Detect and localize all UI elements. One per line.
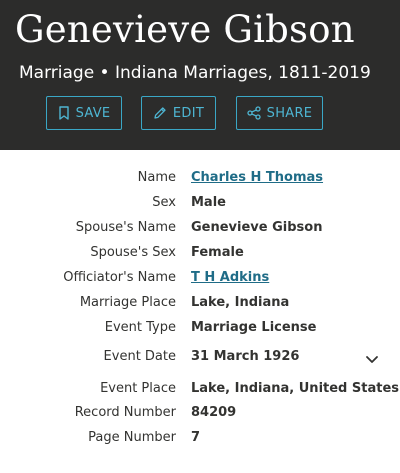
record-row-marriage-place: Marriage Place Lake, Indiana [0, 295, 400, 317]
field-value: 7 [191, 430, 201, 445]
record-row-officiator: Officiator's Name T H Adkins [0, 270, 400, 292]
field-value: Genevieve Gibson [191, 220, 323, 235]
share-button[interactable]: SHARE [236, 96, 323, 130]
record-row-event-type: Event Type Marriage License [0, 320, 400, 342]
field-label: Spouse's Sex [90, 245, 176, 260]
field-value: 84209 [191, 405, 237, 420]
field-label: Name [137, 170, 176, 185]
field-label: Event Place [100, 381, 176, 396]
field-value: 31 March 1926 [191, 349, 300, 364]
record-row-name: Name Charles H Thomas [0, 170, 400, 192]
record-row-spouse-name: Spouse's Name Genevieve Gibson [0, 220, 400, 242]
pencil-icon [153, 106, 167, 120]
field-value: Male [191, 195, 226, 210]
edit-button-label: EDIT [172, 105, 205, 121]
field-label: Marriage Place [79, 295, 176, 310]
field-label: Record Number [74, 405, 176, 420]
field-label: Sex [152, 195, 176, 210]
edit-button[interactable]: EDIT [141, 96, 216, 130]
field-label: Page Number [88, 430, 176, 445]
record-collection-subtitle: Marriage • Indiana Marriages, 1811-2019 [19, 63, 371, 83]
field-value: Marriage License [191, 320, 317, 335]
record-row-event-place: Event Place Lake, Indiana, United States [0, 381, 400, 403]
record-row-sex: Sex Male [0, 195, 400, 217]
share-icon [247, 106, 261, 120]
field-label: Event Type [104, 320, 176, 335]
record-row-spouse-sex: Spouse's Sex Female [0, 245, 400, 267]
record-row-event-date: Event Date 31 March 1926 [0, 349, 400, 371]
field-label: Event Date [103, 349, 176, 364]
field-label: Spouse's Name [75, 220, 176, 235]
record-row-page-number: Page Number 7 [0, 430, 400, 452]
record-header: Genevieve Gibson Marriage • Indiana Marr… [0, 0, 400, 150]
save-button-label: SAVE [75, 105, 111, 121]
field-label: Officiator's Name [63, 270, 176, 285]
bookmark-icon [58, 106, 70, 120]
person-name-link[interactable]: Charles H Thomas [191, 170, 323, 185]
field-value: Female [191, 245, 244, 260]
field-value: Lake, Indiana, United States [191, 381, 399, 396]
record-row-record-number: Record Number 84209 [0, 405, 400, 427]
page-title: Genevieve Gibson [15, 8, 355, 51]
share-button-label: SHARE [266, 105, 313, 121]
save-button[interactable]: SAVE [46, 96, 122, 130]
chevron-down-icon[interactable] [364, 351, 380, 367]
officiator-name-link[interactable]: T H Adkins [191, 270, 269, 285]
field-value: Lake, Indiana [191, 295, 290, 310]
